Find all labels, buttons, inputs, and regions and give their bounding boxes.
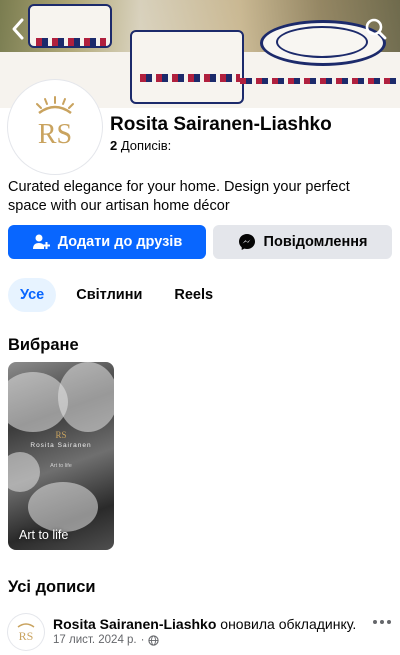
featured-logo-tagline: Art to life: [50, 463, 72, 469]
featured-petal: [8, 452, 40, 492]
rs-logo: RS: [36, 96, 74, 150]
add-friend-icon: [32, 234, 50, 249]
post-date[interactable]: 17 лист. 2024 р.: [53, 634, 137, 646]
post-action: оновила обкладинку.: [220, 616, 357, 632]
cover-pot: [130, 30, 244, 104]
globe-icon: [148, 634, 160, 646]
messenger-icon: [238, 234, 255, 250]
tab-photos[interactable]: Світлини: [64, 278, 154, 312]
post-header: RS Rosita Sairanen-Liashko оновила обкла…: [8, 612, 392, 652]
profile-name: Rosita Sairanen-Liashko: [110, 114, 332, 135]
post-author-name[interactable]: Rosita Sairanen-Liashko: [53, 616, 216, 632]
rs-logo: RS: [17, 623, 35, 643]
featured-petal: [58, 362, 114, 432]
cover-plate-inner: [276, 26, 368, 58]
featured-logo-name: Rosita Sairanen: [30, 442, 92, 449]
search-icon: [365, 18, 387, 40]
back-button[interactable]: [6, 14, 32, 44]
post-avatar[interactable]: RS: [8, 614, 44, 650]
cover-pattern: [36, 38, 106, 46]
featured-caption: Art to life: [19, 528, 69, 542]
svg-text:RS: RS: [19, 629, 34, 643]
posts-count: 2 Дописів:: [110, 138, 171, 153]
posts-count-value: 2: [110, 138, 118, 153]
cover-pattern: [140, 74, 240, 82]
featured-petal: [28, 482, 98, 532]
tab-all[interactable]: Усе: [8, 278, 57, 312]
search-button[interactable]: [362, 14, 390, 44]
add-friend-button[interactable]: Додати до друзів: [8, 225, 206, 259]
tab-reels[interactable]: Reels: [162, 278, 225, 312]
post-meta-separator: ·: [140, 634, 145, 646]
add-friend-label: Додати до друзів: [57, 234, 183, 250]
featured-title: Вибране: [8, 336, 79, 354]
post-meta: 17 лист. 2024 р. ·: [53, 634, 160, 646]
profile-bio: Curated elegance for your home. Design y…: [8, 179, 350, 214]
featured-logo-monogram: RS: [55, 430, 67, 440]
featured-story[interactable]: RS Rosita Sairanen Art to life Art to li…: [8, 362, 114, 550]
profile-tabs: Усе Світлини Reels: [8, 278, 225, 312]
message-button[interactable]: Повідомлення: [213, 225, 392, 259]
profile-avatar[interactable]: RS: [8, 80, 102, 174]
more-dots-icon: [373, 620, 391, 624]
cover-pattern: [240, 78, 400, 84]
chevron-left-icon: [12, 18, 24, 40]
post-author-line: Rosita Sairanen-Liashko оновила обкладин…: [53, 616, 356, 632]
message-label: Повідомлення: [263, 234, 368, 250]
all-posts-title: Усі дописи: [8, 578, 96, 596]
post-more-button[interactable]: [372, 614, 392, 630]
svg-text:RS: RS: [38, 119, 72, 150]
posts-count-label: Дописів:: [120, 138, 172, 153]
